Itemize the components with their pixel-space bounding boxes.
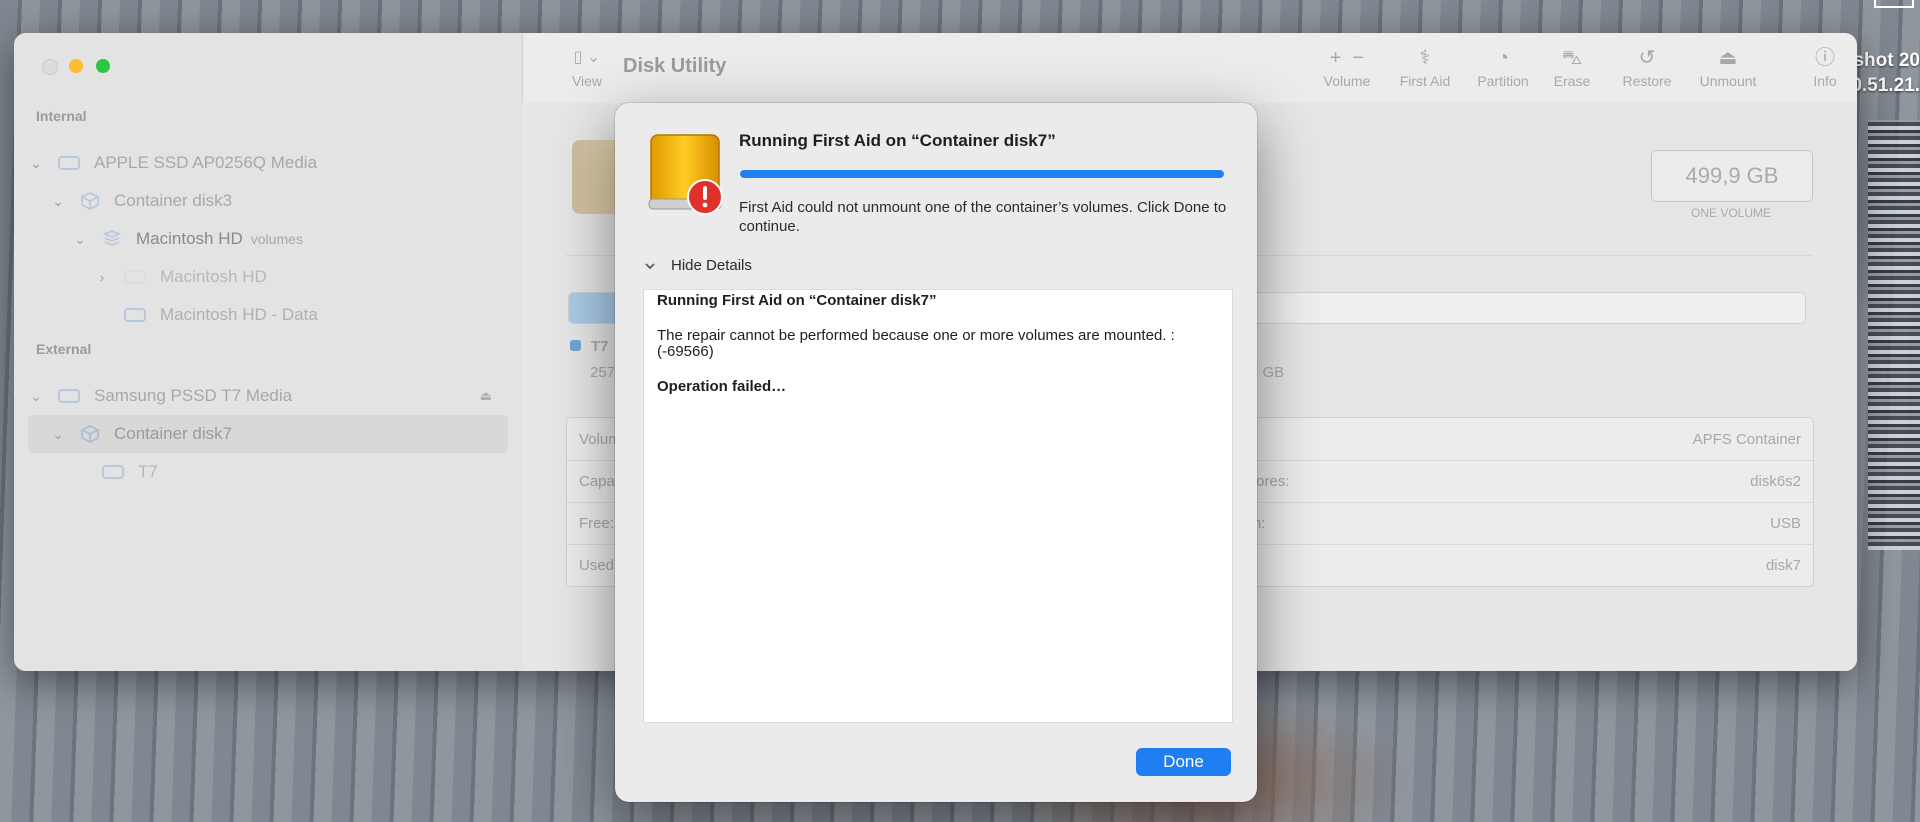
progress-bar	[740, 170, 1224, 178]
chevron-down-icon[interactable]: ⌄	[28, 155, 44, 172]
sidebar-section-external: External	[36, 341, 92, 357]
capacity-value: 499,9 GB	[1651, 150, 1813, 202]
sidebar-item-label: APPLE SSD AP0256Q Media	[94, 153, 318, 172]
view-menu-button[interactable]: ▯ ⌄ View	[562, 47, 612, 89]
chevron-down-icon[interactable]: ⌄	[50, 193, 66, 210]
info-value: disk7	[1765, 557, 1801, 574]
log-line: The repair cannot be performed because o…	[657, 327, 1175, 344]
chevron-down-icon	[643, 259, 657, 273]
chevron-down-icon[interactable]: ⌄	[72, 231, 88, 248]
log-line: (-69566)	[657, 343, 714, 360]
toolbar-label: View	[571, 73, 603, 89]
erase-button[interactable]: ⛍ Erase	[1542, 47, 1602, 89]
first-aid-button[interactable]: ⚕ First Aid	[1390, 47, 1460, 89]
chevron-down-icon[interactable]: ⌄	[28, 388, 44, 405]
log-heading: Running First Aid on “Container disk7”	[657, 292, 937, 309]
info-icon: ⓘ	[1815, 47, 1835, 69]
pie-chart-icon: ◔	[1496, 47, 1510, 69]
sidebar-item-t7[interactable]: T7 ⏏	[28, 453, 582, 491]
sidebar-item-container-disk7[interactable]: ⌄ Container disk7	[28, 415, 508, 453]
window-title: Disk Utility	[623, 55, 727, 77]
partition-button[interactable]: ◔ Partition	[1468, 47, 1538, 89]
sidebar-item-macintosh-hd[interactable]: › Macintosh HD	[28, 258, 574, 296]
toolbar-label: Info	[1813, 73, 1837, 89]
sidebar-item-label: Container disk7	[114, 424, 233, 443]
sidebar-item-label: T7	[138, 462, 158, 481]
container-icon	[80, 424, 100, 444]
external-drive-warning-icon	[645, 133, 727, 217]
volume-icon	[102, 465, 124, 479]
first-aid-dialog: Running First Aid on “Container disk7” F…	[615, 103, 1257, 802]
info-label: Free:	[579, 515, 615, 532]
volume-group-icon	[102, 229, 122, 249]
volume-icon	[124, 308, 146, 322]
toolbar: ▯ ⌄ View Disk Utility + − Volume ⚕ First…	[522, 33, 1857, 103]
info-value: USB	[1770, 515, 1801, 532]
sidebar-item-container-disk3[interactable]: ⌄ Container disk3	[28, 182, 530, 220]
sidebar-item-label: Macintosh HD - Data	[160, 305, 318, 324]
chevron-down-icon[interactable]: ⌄	[50, 426, 66, 443]
progress-bar-fill	[740, 170, 1224, 178]
external-drive-icon	[58, 389, 80, 403]
volume-button[interactable]: + − Volume	[1312, 47, 1382, 89]
details-log[interactable]: Running First Aid on “Container disk7” T…	[643, 289, 1233, 723]
erase-icon: ⛍	[1561, 47, 1583, 69]
legend-label: T7	[591, 338, 609, 355]
sidebar-icon: ▯ ⌄	[573, 49, 601, 66]
eject-icon[interactable]: ⏏	[480, 388, 492, 404]
desktop-screenshot-file-label[interactable]: shot 20 0.51.21.	[1851, 48, 1920, 98]
info-label: Capa	[579, 473, 615, 490]
restore-button[interactable]: ↺ Restore	[1612, 47, 1682, 89]
internal-drive-icon	[58, 156, 80, 170]
sidebar-item-macintosh-hd-volumes[interactable]: ⌄ Macintosh HD volumes	[28, 220, 552, 258]
sidebar-item-label: Macintosh HD	[136, 229, 243, 248]
info-value: APFS Container	[1692, 431, 1801, 448]
dialog-title: Running First Aid on “Container disk7”	[739, 131, 1056, 150]
zoom-button[interactable]	[96, 59, 110, 73]
close-button[interactable]	[42, 59, 58, 75]
log-result: Operation failed…	[657, 378, 787, 395]
sidebar-item-macintosh-hd-data[interactable]: Macintosh HD - Data	[28, 296, 604, 334]
sidebar-item-samsung-pssd[interactable]: ⌄ Samsung PSSD T7 Media ⏏	[28, 377, 508, 415]
toolbar-label: First Aid	[1399, 73, 1451, 89]
hide-details-label: Hide Details	[671, 257, 752, 274]
minimize-button[interactable]	[69, 59, 83, 73]
sidebar-item-label: Container disk3	[114, 191, 233, 210]
info-value: disk6s2	[1750, 473, 1801, 490]
legend-swatch	[570, 340, 581, 351]
chevron-right-icon[interactable]: ›	[94, 269, 110, 285]
capacity-caption: ONE VOLUME	[1690, 206, 1771, 220]
restore-icon: ↺	[1638, 47, 1656, 69]
volume-icon	[124, 270, 146, 284]
sidebar-item-apple-ssd[interactable]: ⌄ APPLE SSD AP0256Q Media	[28, 144, 508, 182]
desktop-wallpaper-detail	[1868, 120, 1920, 550]
unmount-icon: ⏏	[1718, 47, 1738, 69]
done-button[interactable]: Done	[1136, 748, 1231, 776]
sidebar-item-label: Samsung PSSD T7 Media	[94, 386, 293, 405]
info-button[interactable]: ⓘ Info	[1800, 47, 1850, 89]
dialog-message: First Aid could not unmount one of the c…	[739, 199, 1227, 235]
sidebar-section-internal: Internal	[36, 108, 87, 124]
sidebar-item-suffix: volumes	[250, 231, 303, 247]
toolbar-label: Erase	[1553, 73, 1591, 89]
info-label: Used	[579, 557, 615, 574]
legend-size: 257	[590, 364, 616, 381]
hide-details-toggle[interactable]: Hide Details	[643, 257, 752, 274]
desktop-image-frame	[1874, 0, 1914, 8]
stethoscope-icon: ⚕	[1419, 47, 1431, 69]
toolbar-label: Volume	[1323, 73, 1371, 89]
unmount-button[interactable]: ⏏ Unmount	[1688, 47, 1768, 89]
container-icon	[80, 191, 100, 211]
sidebar: Internal ⌄ APPLE SSD AP0256Q Media ⌄ Con…	[14, 33, 566, 671]
toolbar-label: Restore	[1622, 73, 1672, 89]
sidebar-item-label: Macintosh HD	[160, 267, 267, 286]
toolbar-label: Partition	[1477, 73, 1529, 89]
toolbar-label: Unmount	[1699, 73, 1757, 89]
plus-minus-icon: + −	[1329, 47, 1365, 69]
